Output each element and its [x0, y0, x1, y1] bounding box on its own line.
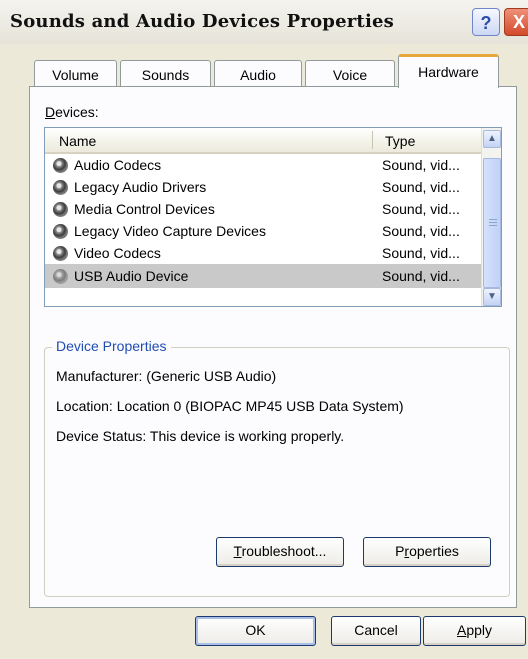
tab-hardware[interactable]: Hardware — [398, 54, 499, 88]
cancel-button[interactable]: Cancel — [331, 616, 421, 646]
device-name: Media Control Devices — [74, 201, 215, 217]
list-item[interactable]: Legacy Video Capture Devices Sound, vid.… — [45, 220, 481, 242]
apply-button[interactable]: Apply — [423, 616, 526, 646]
device-name: USB Audio Device — [74, 268, 189, 284]
list-item[interactable]: Legacy Audio Drivers Sound, vid... — [45, 176, 481, 198]
help-button[interactable]: ? — [472, 8, 500, 36]
speaker-device-icon — [53, 202, 68, 217]
list-item[interactable]: Media Control Devices Sound, vid... — [45, 198, 481, 220]
scrollbar-thumb[interactable] — [483, 158, 501, 288]
device-type: Sound, vid... — [382, 179, 460, 195]
column-header-type[interactable]: Type — [385, 133, 415, 149]
vertical-scrollbar[interactable]: ▲ ▼ — [481, 128, 501, 306]
grip-line — [489, 219, 497, 220]
devices-list-header: Name Type — [45, 128, 481, 154]
troubleshoot-button[interactable]: Troubleshoot... — [216, 537, 344, 567]
device-properties-label: Device Properties — [52, 338, 171, 354]
title-bar[interactable]: Sounds and Audio Devices Properties ? X — [0, 0, 528, 44]
ok-button[interactable]: OK — [195, 616, 316, 646]
devices-label: Devices: — [45, 104, 99, 120]
device-name: Audio Codecs — [74, 157, 162, 173]
speaker-device-icon — [53, 180, 68, 195]
tab-audio[interactable]: Audio — [214, 60, 302, 88]
tab-voice[interactable]: Voice — [305, 60, 395, 88]
device-name: Video Codecs — [74, 245, 161, 261]
list-item[interactable]: Video Codecs Sound, vid... — [45, 242, 481, 264]
device-type: Sound, vid... — [382, 245, 460, 261]
scroll-down-icon[interactable]: ▼ — [483, 288, 501, 306]
speaker-device-icon — [53, 246, 68, 261]
column-header-name[interactable]: Name — [59, 133, 96, 149]
speaker-device-icon — [53, 224, 68, 239]
properties-button[interactable]: Properties — [363, 537, 491, 567]
window-title: Sounds and Audio Devices Properties — [10, 11, 394, 32]
device-type: Sound, vid... — [382, 268, 460, 284]
column-separator[interactable] — [372, 131, 373, 149]
tab-volume[interactable]: Volume — [34, 60, 117, 88]
grip-line — [489, 225, 497, 226]
speaker-device-icon — [53, 158, 68, 173]
tab-sounds[interactable]: Sounds — [120, 60, 211, 88]
scroll-up-icon[interactable]: ▲ — [483, 130, 501, 148]
list-item-selected[interactable]: USB Audio Device Sound, vid... — [45, 264, 481, 288]
close-button[interactable]: X — [504, 8, 528, 36]
device-name: Legacy Audio Drivers — [74, 179, 207, 195]
devices-list[interactable]: Name Type Audio Codecs Sound, vid... Leg… — [44, 127, 502, 307]
location-text: Location: Location 0 (BIOPAC MP45 USB Da… — [56, 398, 404, 414]
grip-line — [489, 222, 497, 223]
device-type: Sound, vid... — [382, 157, 460, 173]
device-type: Sound, vid... — [382, 201, 460, 217]
manufacturer-text: Manufacturer: (Generic USB Audio) — [56, 368, 277, 384]
device-status-text: Device Status: This device is working pr… — [56, 428, 345, 444]
list-item[interactable]: Audio Codecs Sound, vid... — [45, 154, 481, 176]
speaker-device-icon — [53, 269, 68, 284]
device-type: Sound, vid... — [382, 223, 460, 239]
device-name: Legacy Video Capture Devices — [74, 223, 266, 239]
